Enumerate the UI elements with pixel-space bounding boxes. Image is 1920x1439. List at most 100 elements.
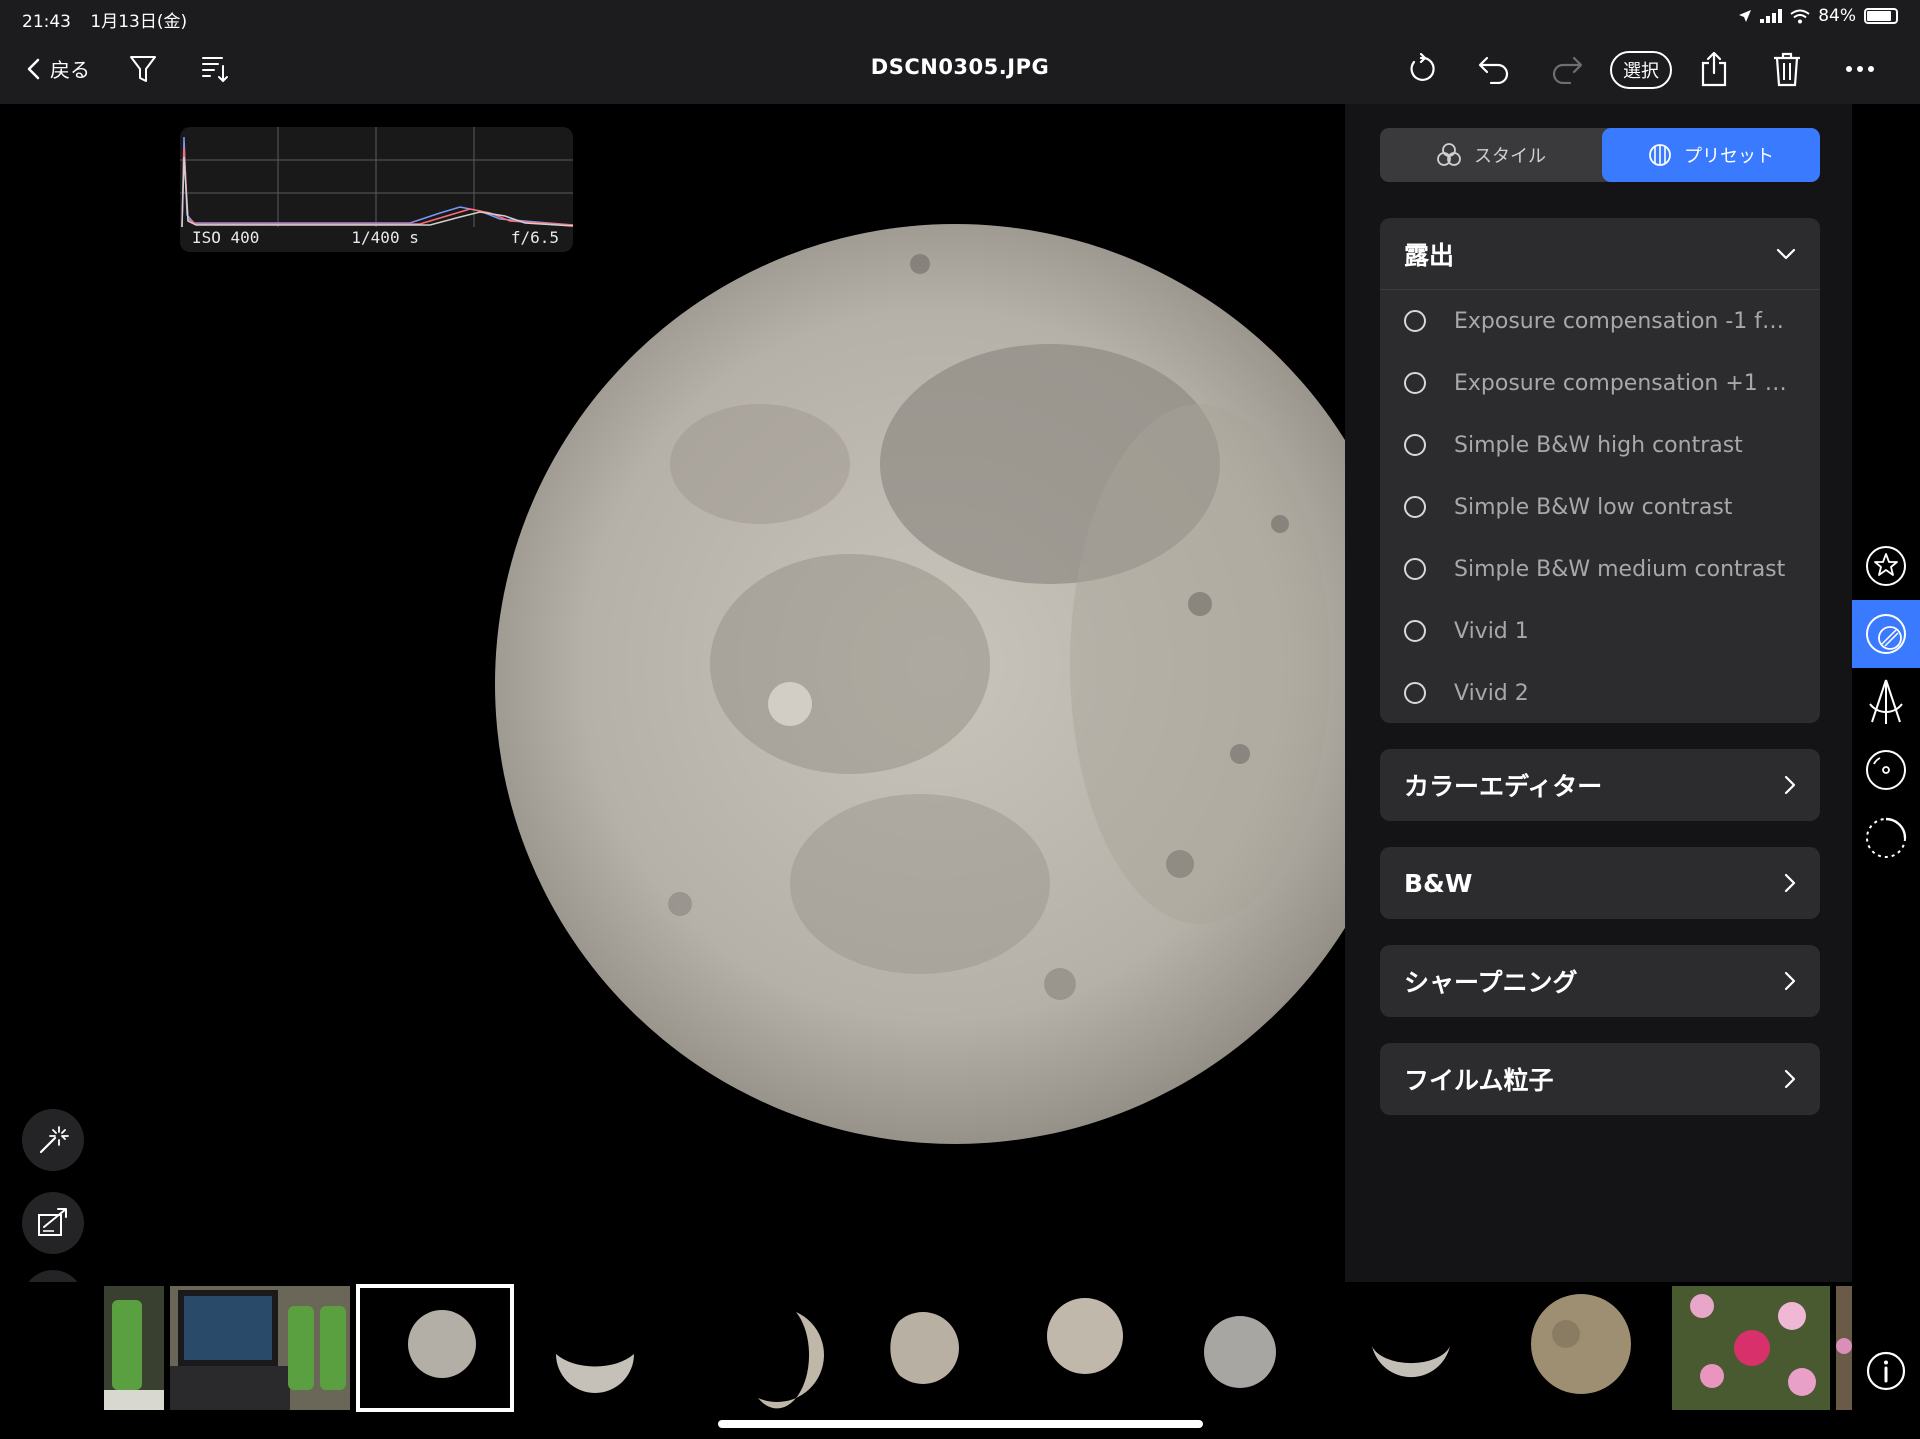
auto-enhance-button[interactable] [22,1109,84,1171]
thumbnail-image [104,1286,164,1410]
chevron-down-icon [1776,248,1796,259]
shutter-value: 1/400 s [351,228,419,247]
more-icon [1846,66,1874,72]
section-title: シャープニング [1404,968,1578,997]
preset-label: Simple B&W low contrast [1454,494,1733,520]
export-icon [38,1208,67,1236]
preset-label: Exposure compensation -1 fst... [1454,308,1794,334]
tab-style-label: スタイル [1474,146,1546,167]
preset-label: Simple B&W medium contrast [1454,556,1786,582]
home-indicator[interactable] [718,1420,1203,1428]
export-button[interactable] [22,1192,84,1254]
section-color-editor[interactable]: カラーエディター [1380,749,1820,821]
preset-item[interactable]: Exposure compensation +1 fst... [1380,352,1820,414]
thumbnail-image [1170,1286,1320,1410]
preset-icon [1649,144,1671,166]
moon-photo [495,224,1345,1144]
preset-item[interactable]: Vivid 1 [1380,600,1820,662]
thumbnail[interactable] [104,1286,164,1410]
exposure-presets-card: 露出 Exposure compensation -1 fst... Expos… [1380,218,1820,723]
undo-button[interactable] [1473,48,1515,90]
rail-favorite-styles[interactable] [1852,532,1920,600]
thumbnail[interactable] [170,1286,350,1410]
status-indicators: 84% [1738,6,1898,26]
date-text: 1月13日(金) [90,12,188,32]
thumbnail-image [848,1286,998,1410]
radio-icon [1404,496,1426,518]
preset-label: Vivid 2 [1454,680,1529,706]
rail-presets[interactable] [1852,600,1920,668]
trash-icon [1774,52,1800,87]
revert-button[interactable] [1400,48,1442,90]
signal-icon [1760,9,1783,23]
radio-icon [1404,620,1426,642]
delete-button[interactable] [1766,48,1808,90]
preset-item[interactable]: Exposure compensation -1 fst... [1380,290,1820,352]
exposure-title: 露出 [1404,240,1455,270]
lens-icon [1866,750,1906,790]
exposure-header[interactable]: 露出 [1380,218,1820,290]
preset-label: Vivid 1 [1454,618,1529,644]
battery-percent: 84% [1818,6,1856,26]
thumbnail[interactable] [698,1286,848,1410]
section-sharpening[interactable]: シャープニング [1380,945,1820,1017]
chevron-right-icon [1784,971,1796,991]
section-bw[interactable]: B&W [1380,847,1820,919]
preset-label: Simple B&W high contrast [1454,432,1743,458]
rail-geometry[interactable] [1852,668,1920,736]
thumbnail[interactable] [1672,1286,1830,1410]
rail-loading[interactable] [1852,804,1920,872]
photo-canvas[interactable] [0,104,1345,1282]
thumbnail-image [1506,1286,1656,1410]
info-icon [1866,1351,1906,1391]
thumbnail-image [170,1286,350,1410]
share-button[interactable] [1693,48,1735,90]
thumbnail-selected[interactable] [356,1284,514,1412]
perspective-icon [1869,679,1903,724]
section-title: フイルム粒子 [1404,1066,1554,1095]
share-icon [1701,51,1727,87]
thumbnail-image [1672,1286,1830,1410]
tab-style[interactable]: スタイル [1380,128,1602,182]
thumbnail-image [698,1286,848,1410]
preset-item[interactable]: Vivid 2 [1380,662,1820,724]
thumbnail[interactable] [520,1286,670,1410]
preset-label: Exposure compensation +1 fst... [1454,370,1794,396]
radio-icon [1404,434,1426,456]
status-bar: 21:43 1月13日(金) 84% [0,0,1920,34]
filmstrip [0,1282,1852,1439]
section-film-grain[interactable]: フイルム粒子 [1380,1043,1820,1115]
thumbnail[interactable] [1170,1286,1320,1410]
more-button[interactable] [1839,48,1881,90]
tab-preset-label: プリセット [1684,146,1774,167]
revert-icon [1410,53,1435,81]
status-time: 21:43 1月13日(金) [22,7,187,32]
iso-value: ISO 400 [192,228,260,247]
preset-item[interactable]: Simple B&W low contrast [1380,476,1820,538]
section-title: カラーエディター [1404,772,1603,801]
thumbnail-image [1336,1286,1486,1410]
progress-ring-icon [1866,817,1907,858]
radio-icon [1404,310,1426,332]
thumbnail[interactable] [1506,1286,1656,1410]
thumbnail-image [1836,1286,1852,1410]
tab-preset[interactable]: プリセット [1602,128,1820,182]
redo-button[interactable] [1546,48,1588,90]
thumbnail[interactable] [848,1286,998,1410]
rail-lens[interactable] [1852,736,1920,804]
radio-icon [1404,558,1426,580]
thumbnail[interactable] [1336,1286,1486,1410]
redo-icon [1552,56,1583,84]
thumbnail-image [360,1288,510,1408]
select-button[interactable]: 選択 [1610,51,1672,89]
chevron-right-icon [1784,873,1796,893]
preset-icon [1866,614,1906,654]
preset-item[interactable]: Simple B&W medium contrast [1380,538,1820,600]
preset-item[interactable]: Simple B&W high contrast [1380,414,1820,476]
style-icon [1437,143,1461,166]
histogram-graph [180,127,573,227]
thumbnail[interactable] [1010,1286,1160,1410]
aperture-value: f/6.5 [510,228,559,247]
info-button[interactable] [1861,1346,1911,1396]
thumbnail[interactable] [1836,1286,1852,1410]
